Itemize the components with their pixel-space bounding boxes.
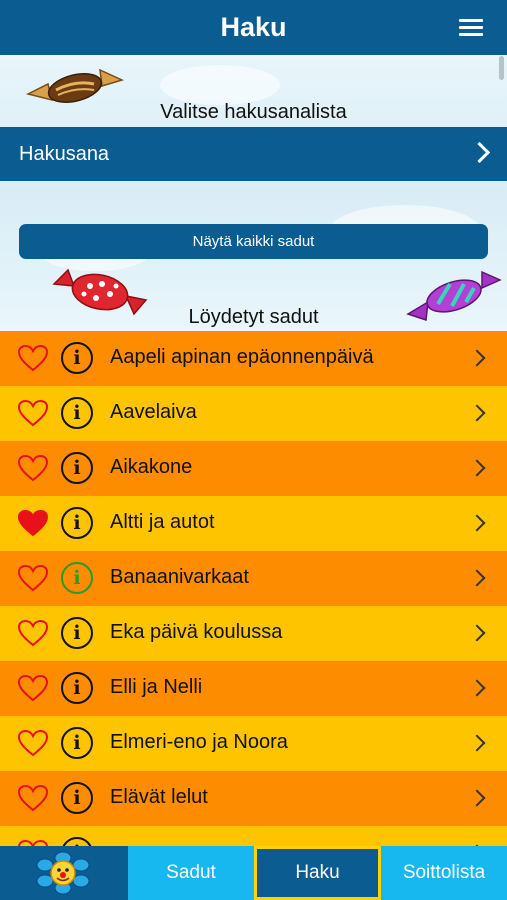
info-icon[interactable]: i [61, 342, 93, 374]
chevron-right-icon [468, 349, 486, 367]
results-heading: Löydetyt sadut [188, 306, 319, 328]
scrollbar[interactable] [499, 56, 504, 80]
info-icon[interactable]: i [61, 452, 93, 484]
story-title: Elmeri-eno ja Noora [110, 731, 288, 753]
tab-sadut[interactable]: Sadut [128, 846, 254, 900]
tab-home[interactable] [0, 846, 128, 900]
chevron-right-icon [468, 734, 486, 752]
info-icon[interactable]: i [61, 507, 93, 539]
search-prompt: Valitse hakusanalista [160, 101, 347, 123]
chevron-right-icon [468, 514, 486, 532]
heart-outline-icon[interactable] [17, 784, 49, 812]
list-item[interactable]: i Altti ja autot [0, 496, 507, 551]
header-bar: Haku [0, 0, 507, 55]
heart-outline-icon[interactable] [17, 729, 49, 757]
heart-outline-icon[interactable] [17, 564, 49, 592]
list-item[interactable]: i Elävät lelut [0, 771, 507, 826]
story-title: Banaanivarkaat [110, 566, 249, 588]
info-icon[interactable]: i [61, 617, 93, 649]
chevron-right-icon [468, 141, 491, 164]
bottom-tab-bar: Sadut Haku Soittolista [0, 846, 507, 900]
list-item[interactable]: i Aapeli apinan epäonnenpäivä [0, 331, 507, 386]
flower-logo-icon [36, 851, 90, 895]
info-icon[interactable]: i [61, 397, 93, 429]
list-item[interactable]: i Banaanivarkaat [0, 551, 507, 606]
list-item[interactable]: i Elli ja Nelli [0, 661, 507, 716]
tab-haku-label: Haku [257, 849, 378, 897]
heart-outline-icon[interactable] [17, 619, 49, 647]
info-icon[interactable]: i [61, 727, 93, 759]
story-title: Altti ja autot [110, 511, 215, 533]
search-term-selector[interactable]: Hakusana [0, 127, 507, 181]
list-item[interactable]: i Aikakone [0, 441, 507, 496]
story-title: Aavelaiva [110, 401, 197, 423]
page-title: Haku [220, 12, 287, 42]
story-title: Elli ja Nelli [110, 676, 203, 698]
list-item[interactable]: i Eka päivä koulussa [0, 606, 507, 661]
search-term-label: Hakusana [19, 143, 110, 165]
heart-outline-icon[interactable] [17, 399, 49, 427]
chevron-right-icon [468, 679, 486, 697]
info-icon[interactable]: i [61, 782, 93, 814]
heart-outline-icon[interactable] [17, 344, 49, 372]
story-title: Aikakone [110, 456, 193, 478]
heart-outline-icon[interactable] [17, 454, 49, 482]
list-item[interactable]: i Elmeri-eno ja Noora [0, 716, 507, 771]
info-icon[interactable]: i [61, 672, 93, 704]
chevron-right-icon [468, 404, 486, 422]
chevron-right-icon [468, 624, 486, 642]
list-item[interactable]: i Aavelaiva [0, 386, 507, 441]
chevron-right-icon [468, 459, 486, 477]
tab-soittolista[interactable]: Soittolista [381, 846, 507, 900]
story-title: Elävät lelut [110, 786, 208, 808]
chevron-right-icon [468, 569, 486, 587]
info-icon[interactable]: i [61, 562, 93, 594]
chevron-right-icon [468, 789, 486, 807]
hamburger-menu-icon[interactable] [459, 19, 483, 37]
heart-filled-icon[interactable] [17, 509, 49, 537]
tab-haku[interactable]: Haku [254, 846, 381, 900]
story-title: Aapeli apinan epäonnenpäivä [110, 346, 374, 368]
story-title: Eka päivä koulussa [110, 621, 283, 643]
show-all-button[interactable]: Näytä kaikki sadut [19, 224, 488, 259]
story-list: i Aapeli apinan epäonnenpäivä i Aavelaiv… [0, 331, 507, 881]
heart-outline-icon[interactable] [17, 674, 49, 702]
